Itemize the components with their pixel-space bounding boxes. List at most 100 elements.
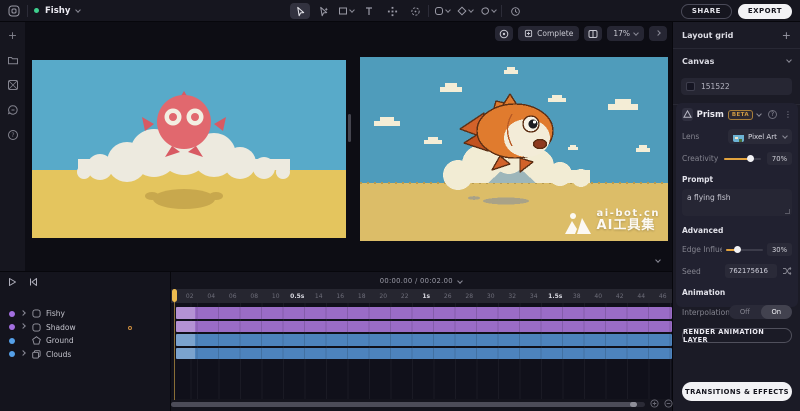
animation-label: Animation	[682, 288, 792, 297]
lasso-shape-tool[interactable]	[478, 3, 498, 19]
history-tool[interactable]	[505, 3, 525, 19]
timeline-bar-fishy[interactable]	[176, 307, 672, 319]
playhead-line	[174, 301, 175, 400]
comment-icon[interactable]	[6, 103, 20, 117]
skip-to-start-button[interactable]	[26, 275, 40, 288]
ruler-label: 16	[330, 293, 352, 300]
track-expand-chevron-icon[interactable]	[20, 323, 26, 329]
frame-keyframe-1[interactable]	[32, 60, 346, 238]
prism-collapse-chevron-icon[interactable]	[756, 111, 762, 117]
export-button[interactable]: EXPORT	[738, 4, 792, 19]
creativity-slider[interactable]	[724, 155, 761, 163]
interpolation-toggle: Off On	[729, 305, 792, 319]
prism-icon	[682, 108, 693, 121]
timeline-zoom-out-icon[interactable]	[664, 399, 673, 408]
layout-grid-title: Layout grid	[682, 31, 733, 40]
duration-chevron-icon[interactable]	[457, 278, 463, 284]
playhead[interactable]	[172, 289, 178, 400]
track-color-dot	[9, 351, 15, 357]
bar-head-segment	[176, 307, 195, 319]
creativity-value[interactable]: 70%	[767, 152, 792, 165]
resize-handle[interactable]	[785, 209, 790, 214]
render-animation-layer-button[interactable]: RENDER ANIMATION LAYER	[682, 328, 792, 343]
rotate-tool[interactable]	[405, 3, 425, 19]
bar-head-segment	[176, 321, 195, 333]
collapse-panel-chevron-icon[interactable]	[652, 256, 664, 266]
timeline-zoom-in-icon[interactable]	[650, 399, 659, 408]
timeline-bar-shadow[interactable]	[176, 321, 672, 333]
add-layout-grid-icon[interactable]: +	[782, 29, 791, 42]
ruler-label: 1.5s	[545, 293, 567, 300]
interpolation-on-option[interactable]: On	[761, 305, 792, 319]
track-expand-chevron-icon[interactable]	[20, 310, 26, 316]
complete-button[interactable]: Complete	[518, 26, 579, 41]
transitions-effects-button[interactable]: TRANSITIONS & EFFECTS	[682, 382, 792, 401]
ruler-label: 08	[244, 293, 266, 300]
project-menu-chevron-icon[interactable]	[76, 7, 82, 13]
track-row-fishy[interactable]: Fishy	[0, 307, 170, 321]
prompt-input[interactable]: a flying fish	[682, 189, 792, 216]
interpolation-off-option[interactable]: Off	[729, 305, 760, 319]
move-pixels-tool[interactable]	[382, 3, 402, 19]
prism-menu-icon[interactable]: ⋮	[784, 110, 792, 119]
share-button[interactable]: SHARE	[681, 4, 732, 19]
frame-split-handle[interactable]	[348, 114, 351, 142]
track-type-icon	[31, 350, 41, 359]
canvas-viewport[interactable]: Complete 17%	[25, 22, 672, 271]
project-name[interactable]: Fishy	[45, 6, 70, 16]
timeline-scrollbar[interactable]	[171, 402, 645, 407]
help-icon[interactable]: ?	[6, 128, 20, 142]
folder-icon[interactable]	[6, 53, 20, 67]
edge-influence-slider[interactable]	[726, 246, 763, 254]
ruler-label: 20	[373, 293, 395, 300]
ruler-label: 06	[222, 293, 244, 300]
timecode-display[interactable]: 00:00.00 / 00:02.00	[170, 277, 672, 285]
zoom-level-select[interactable]: 17%	[607, 26, 644, 41]
direct-select-tool[interactable]	[313, 3, 333, 19]
project-status-dot	[34, 8, 39, 13]
keyframe-indicator[interactable]	[128, 326, 132, 330]
next-button[interactable]	[649, 26, 667, 41]
frame-rendered[interactable]: ai-bot.cn AI工具集	[360, 57, 668, 241]
frames-icon[interactable]	[6, 78, 20, 92]
timeline-bar-ground[interactable]	[176, 334, 672, 346]
split-view-button[interactable]	[584, 26, 602, 41]
seed-input[interactable]: 762175616	[725, 264, 777, 278]
track-expand-chevron-icon[interactable]	[20, 350, 26, 356]
prism-help-icon[interactable]: ?	[768, 110, 777, 119]
app-window: Fishy	[0, 0, 800, 411]
time-separator: /	[415, 277, 418, 285]
app-logo-icon[interactable]	[7, 4, 21, 18]
frame-shape-tool[interactable]	[432, 3, 452, 19]
prism-card: Prism BETA ? ⋮ Lens Pixel Art	[676, 103, 798, 307]
randomize-seed-icon[interactable]	[782, 266, 792, 276]
tool-bar	[290, 0, 525, 22]
shape-tool[interactable]	[336, 3, 356, 19]
track-color-dot	[9, 324, 15, 330]
timeline-ruler-labels[interactable]: 02040608100.5s14161820221s26283032341.5s…	[171, 289, 672, 303]
canvas-section-chevron-icon[interactable]	[786, 57, 792, 63]
ruler-label: 1s	[416, 293, 438, 300]
select-tool[interactable]	[290, 3, 310, 19]
seed-label: Seed	[682, 267, 701, 276]
scrollbar-thumb[interactable]	[171, 402, 637, 407]
right-panel: Layout grid + Canvas 151522 Prism BETA ?	[672, 22, 800, 411]
canvas-color-swatch[interactable]	[686, 82, 695, 91]
track-row-shadow[interactable]: Shadow	[0, 321, 170, 335]
beta-badge: BETA	[728, 110, 753, 120]
lens-select[interactable]: Pixel Art	[728, 129, 792, 144]
capture-icon[interactable]	[495, 26, 513, 41]
canvas-color-field[interactable]: 151522	[681, 78, 792, 95]
canvas-section-title: Canvas	[682, 57, 714, 66]
track-list: FishyShadowGroundClouds	[0, 307, 170, 361]
play-button[interactable]	[5, 275, 19, 288]
ruler-label: 10	[265, 293, 287, 300]
add-icon[interactable]: +	[6, 28, 20, 42]
edge-influence-value[interactable]: 30%	[767, 243, 792, 256]
lens-thumbnail	[733, 131, 744, 142]
track-row-ground[interactable]: Ground	[0, 334, 170, 348]
text-tool[interactable]	[359, 3, 379, 19]
track-row-clouds[interactable]: Clouds	[0, 348, 170, 362]
timeline-bar-clouds[interactable]	[176, 348, 672, 360]
diamond-shape-tool[interactable]	[455, 3, 475, 19]
